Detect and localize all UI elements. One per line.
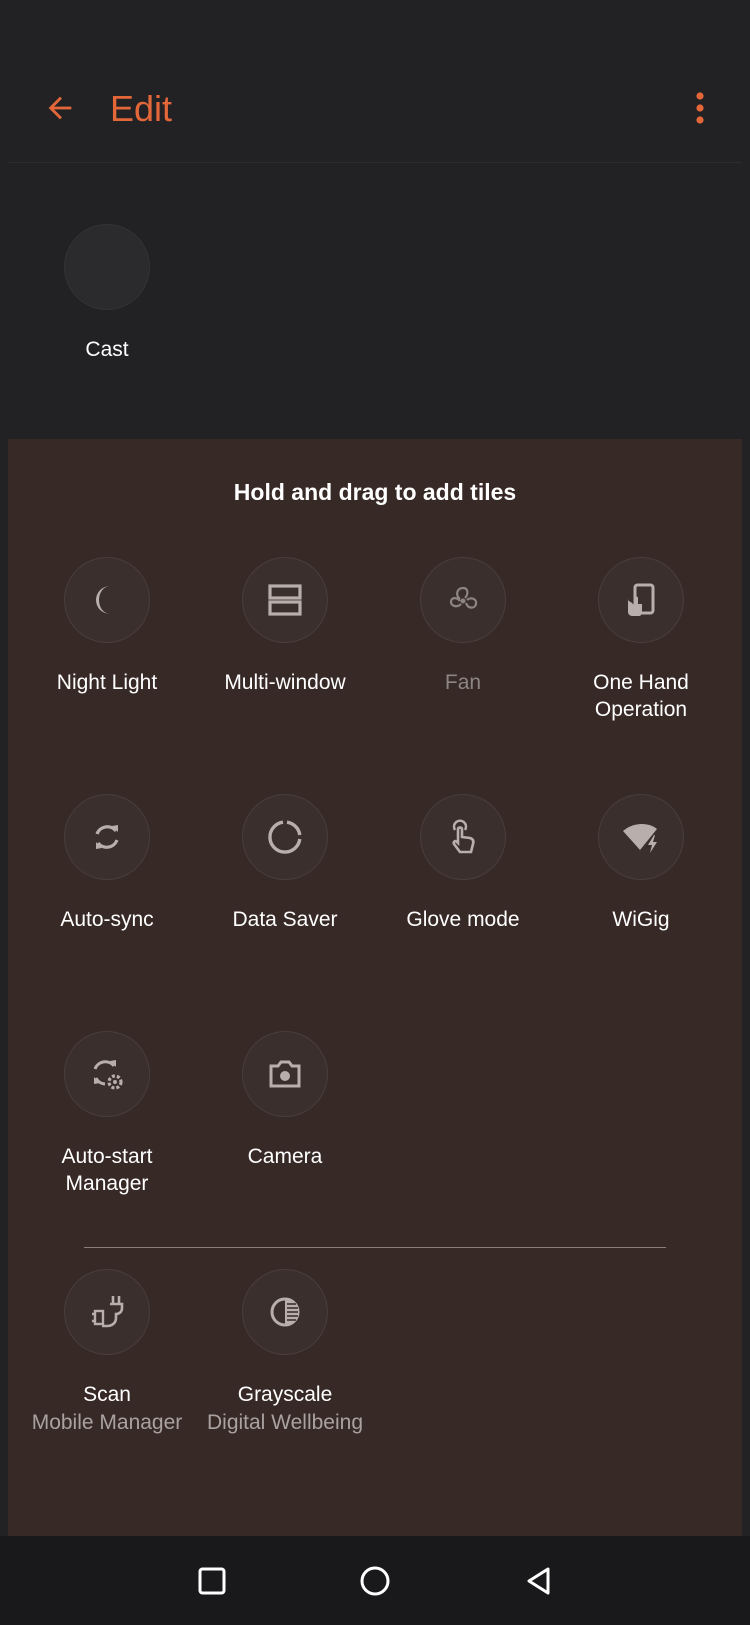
moon-icon <box>96 586 110 614</box>
sync-icon <box>95 825 119 849</box>
tile-one-hand-operation[interactable]: One Hand Operation <box>552 557 730 723</box>
camera-icon <box>269 1060 301 1088</box>
cast-tile-circle <box>64 224 150 310</box>
more-options-button[interactable] <box>678 86 722 130</box>
home-button[interactable] <box>352 1558 398 1604</box>
tile-label: Glove mode <box>406 908 520 931</box>
tile-grayscale[interactable]: Grayscale Digital Wellbeing <box>196 1269 374 1438</box>
wigig-tile-circle <box>598 794 684 880</box>
top-app-bar: Edit <box>0 0 750 162</box>
auto-sync-tile-circle <box>64 794 150 880</box>
tile-sublabel: Digital Wellbeing <box>206 1411 364 1434</box>
fan-tile-circle <box>420 557 506 643</box>
tile-data-saver[interactable]: Data Saver <box>196 794 374 933</box>
data-saver-icon <box>268 820 302 854</box>
tile-label: Scan <box>83 1383 131 1406</box>
tile-auto-start-manager[interactable]: Auto-start Manager <box>18 1031 196 1197</box>
grayscale-tile-circle <box>242 1269 328 1355</box>
one-hand-icon <box>628 583 655 616</box>
night-light-tile-circle <box>64 557 150 643</box>
camera-tile-circle <box>242 1031 328 1117</box>
tile-label: Grayscale <box>237 1383 333 1406</box>
multi-window-tile-circle <box>242 557 328 643</box>
one-hand-tile-circle <box>598 557 684 643</box>
auto-start-tile-circle <box>64 1031 150 1117</box>
tile-night-light[interactable]: Night Light <box>18 557 196 696</box>
tile-label: Cast <box>85 338 129 361</box>
back-nav-button[interactable] <box>516 1558 562 1604</box>
tile-wigig[interactable]: WiGig <box>552 794 730 933</box>
scan-icon <box>92 1296 124 1328</box>
available-tiles-panel: Hold and drag to add tiles Night Light M… <box>8 439 742 1536</box>
tile-glove-mode[interactable]: Glove mode <box>374 794 552 933</box>
tile-label: WiGig <box>612 908 670 931</box>
tile-fan[interactable]: Fan <box>374 557 552 696</box>
more-vertical-icon <box>696 92 704 124</box>
fan-icon <box>449 586 478 609</box>
arrow-left-icon <box>48 96 72 120</box>
tile-multi-window[interactable]: Multi-window <box>196 557 374 696</box>
system-navigation-bar <box>0 1536 750 1625</box>
recents-button[interactable] <box>189 1558 235 1604</box>
tile-camera[interactable]: Camera <box>196 1031 374 1170</box>
glove-mode-tile-circle <box>420 794 506 880</box>
section-divider <box>84 1247 666 1248</box>
back-button[interactable] <box>38 86 82 130</box>
tile-label: Auto-sync <box>60 908 154 931</box>
panel-heading: Hold and drag to add tiles <box>233 479 517 505</box>
auto-start-icon <box>93 1060 123 1090</box>
multi-window-icon <box>268 584 302 616</box>
active-tiles-area: Cast <box>0 163 750 439</box>
data-saver-tile-circle <box>242 794 328 880</box>
triangle-back-icon <box>527 1567 550 1595</box>
tile-label: Auto-start Manager <box>61 1145 153 1195</box>
tile-auto-sync[interactable]: Auto-sync <box>18 794 196 933</box>
tile-label: Fan <box>444 671 482 694</box>
tile-label: Camera <box>247 1145 323 1168</box>
tile-sublabel: Mobile Manager <box>31 1411 183 1434</box>
tile-scan[interactable]: Scan Mobile Manager <box>18 1269 196 1438</box>
circle-icon <box>360 1566 390 1596</box>
scan-tile-circle <box>64 1269 150 1355</box>
tile-label: Multi-window <box>224 671 346 694</box>
grayscale-icon <box>270 1297 300 1327</box>
tile-cast[interactable]: Cast <box>18 224 196 363</box>
wigig-icon <box>623 823 657 853</box>
tile-label: One Hand Operation <box>593 671 689 721</box>
page-title: Edit <box>110 88 173 129</box>
square-icon <box>198 1567 226 1595</box>
tile-label: Data Saver <box>232 908 338 931</box>
tile-label: Night Light <box>56 671 158 694</box>
quick-settings-edit-screen: Edit Cast Hold and drag to add tiles Nig… <box>0 0 750 1625</box>
glove-icon <box>452 819 475 854</box>
